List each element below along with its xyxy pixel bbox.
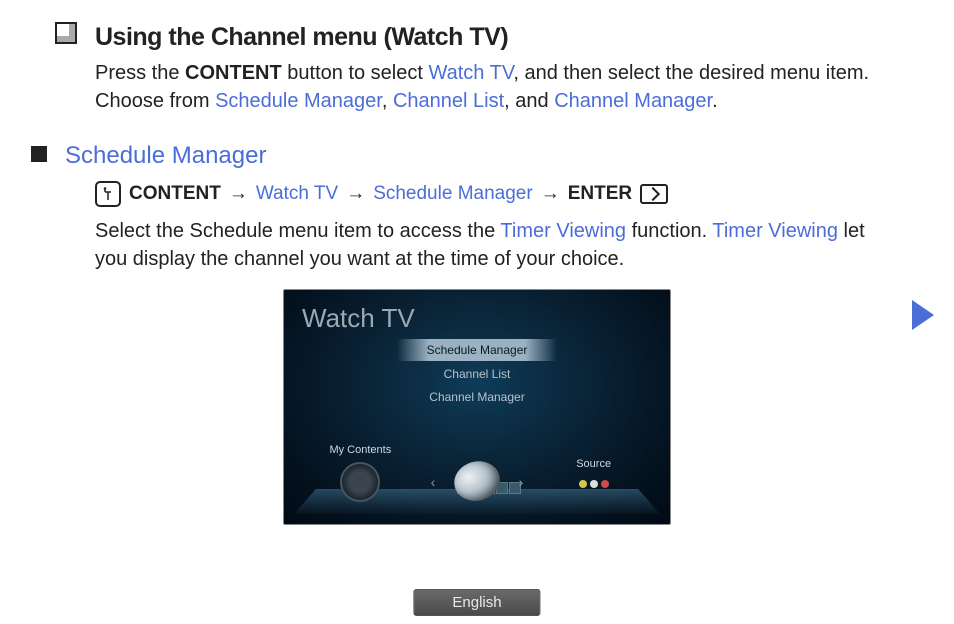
path-watch-tv[interactable]: Watch TV [256, 181, 338, 208]
intro-text: Press the [95, 62, 185, 84]
satellite-dish-icon [451, 458, 503, 510]
link-channel-manager[interactable]: Channel Manager [554, 90, 712, 112]
arrow-icon: → [229, 181, 248, 208]
tv-menu: Schedule Manager Channel List Channel Ma… [284, 339, 670, 409]
page-title: Using the Channel menu (Watch TV) [95, 20, 899, 55]
intro-text: button to select [282, 62, 429, 84]
path-schedule-manager[interactable]: Schedule Manager [373, 181, 533, 208]
arrow-icon: → [541, 181, 560, 208]
path-content: CONTENT [129, 181, 221, 208]
tv-title: Watch TV [284, 290, 670, 336]
desc-text: function. [626, 220, 712, 242]
language-button[interactable]: English [413, 589, 540, 616]
dock-source: Source [539, 457, 649, 510]
section-heading: Schedule Manager [65, 139, 899, 173]
remote-menu-icon [95, 181, 121, 207]
chevron-right-icon: › [519, 473, 524, 493]
link-watch-tv[interactable]: Watch TV [428, 62, 513, 84]
next-page-arrow[interactable] [912, 300, 934, 330]
tv-menu-item: Channel List [284, 363, 670, 386]
chevron-left-icon: ‹ [431, 473, 436, 493]
navigation-path: CONTENT → Watch TV → Schedule Manager → … [95, 181, 899, 208]
tv-menu-item: Channel Manager [284, 386, 670, 409]
intro-paragraph: Press the CONTENT button to select Watch… [95, 59, 899, 115]
link-channel-list[interactable]: Channel List [393, 90, 504, 112]
tv-dock: My Contents Source [284, 410, 670, 510]
bookmark-bullet-icon [55, 22, 77, 44]
dock-label-right: Source [539, 457, 649, 472]
link-timer-viewing[interactable]: Timer Viewing [500, 220, 626, 242]
dock-center [422, 458, 532, 510]
link-timer-viewing-2[interactable]: Timer Viewing [712, 220, 838, 242]
desc-text: Select the Schedule menu item to access … [95, 220, 500, 242]
path-enter: ENTER [568, 181, 632, 208]
intro-text: , and [504, 90, 554, 112]
source-icon [572, 480, 616, 510]
tv-menu-item-selected: Schedule Manager [397, 339, 557, 362]
link-schedule-manager[interactable]: Schedule Manager [215, 90, 382, 112]
intro-text: . [712, 90, 718, 112]
section-bullet-icon [31, 146, 47, 162]
enter-icon [640, 184, 668, 204]
intro-text: , [382, 90, 393, 112]
tv-screenshot: Watch TV Schedule Manager Channel List C… [283, 289, 671, 525]
description-paragraph: Select the Schedule menu item to access … [95, 217, 899, 273]
arrow-icon: → [346, 181, 365, 208]
content-bold: CONTENT [185, 62, 282, 84]
dock-label-left: My Contents [305, 443, 415, 458]
dock-my-contents: My Contents [305, 443, 415, 510]
film-reel-icon [336, 462, 384, 510]
